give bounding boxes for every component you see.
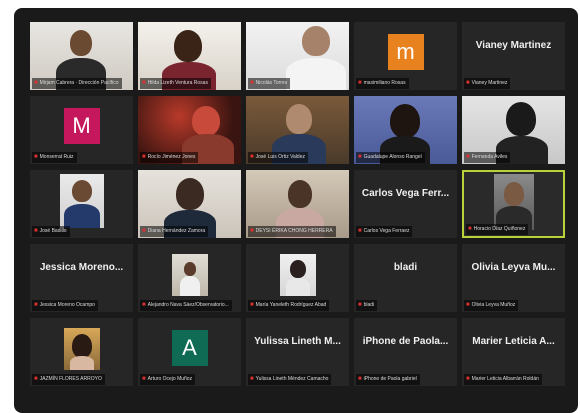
participant-name-label: ■ Jessica Moreno Ocampo	[32, 300, 98, 311]
avatar: M	[63, 108, 100, 144]
participant-tile-9[interactable]: ■ Guadalupe Alonso Rangel	[354, 96, 457, 164]
participant-name-label: ■ bladi	[356, 300, 378, 311]
participant-tile-21[interactable]: ■ JAZMÍN FLORES ARROYO	[30, 318, 133, 386]
participant-tile-10[interactable]: ■ Fernanda Aviles	[462, 96, 565, 164]
participant-display-name: Yulissa Lineth M...	[254, 336, 341, 347]
participant-name-label: ■ iPhone de Paola gabriel	[356, 374, 420, 385]
participant-tile-24[interactable]: iPhone de Paola... ■ iPhone de Paola gabr…	[354, 318, 457, 386]
participant-video	[60, 174, 104, 228]
participant-name-label: ■ Yulissa Lineth Méndez Camacho	[248, 374, 332, 385]
participant-tile-6[interactable]: M ■ Monserrat Ruiz	[30, 96, 133, 164]
participant-tile-7[interactable]: ■ Rocío Jiménez Jones	[138, 96, 241, 164]
participant-name-label: ■ Nicolás Torres	[248, 78, 291, 89]
mic-muted-icon: ■	[34, 154, 38, 160]
participant-tile-20[interactable]: Olivia Leyva Mu... ■ Olivia Leyva Muñoz	[462, 244, 565, 312]
participant-name-label: ■ JAZMÍN FLORES ARROYO	[32, 374, 105, 385]
mic-muted-icon: ■	[466, 154, 470, 160]
mic-muted-icon: ■	[250, 228, 254, 234]
participant-tile-22[interactable]: A ■ Arturo Ocejo Muñoz	[138, 318, 241, 386]
gallery-grid: ■ Mirjam Cabrera · Dirección Pacífico ■ Hi…	[30, 22, 565, 394]
participant-name-label: ■ Vianey Martinez	[464, 78, 511, 89]
participant-tile-16[interactable]: Jessica Moreno... ■ Jessica Moreno Ocampo	[30, 244, 133, 312]
participant-tile-1[interactable]: ■ Mirjam Cabrera · Dirección Pacífico	[30, 22, 133, 90]
participant-display-name: iPhone de Paola...	[362, 336, 449, 347]
avatar: A	[171, 330, 208, 366]
participant-tile-23[interactable]: Yulissa Lineth M... ■ Yulissa Lineth Ménd…	[246, 318, 349, 386]
mic-muted-icon: ■	[358, 154, 362, 160]
profile-photo	[171, 254, 208, 296]
participant-tile-14[interactable]: Carlos Vega Ferr... ■ Carlos Vega Ferraez	[354, 170, 457, 238]
participant-display-name: Jessica Moreno...	[39, 262, 124, 273]
participant-name-label: ■ Monserrat Ruiz	[32, 152, 77, 163]
participant-name-label: ■ Hilda Lizeth Ventura Rosas	[140, 78, 211, 89]
participant-name-label: ■ José Badillo	[32, 226, 70, 237]
mic-muted-icon: ■	[250, 154, 254, 160]
profile-photo	[63, 328, 100, 370]
participant-name-label: ■ Guadalupe Alonso Rangel	[356, 152, 425, 163]
participant-tile-5[interactable]: Vianey Martinez ■ Vianey Martinez	[462, 22, 565, 90]
mic-muted-icon: ■	[34, 376, 38, 382]
participant-tile-11[interactable]: ■ José Badillo	[30, 170, 133, 238]
zoom-gallery-window: ■ Mirjam Cabrera · Dirección Pacífico ■ Hi…	[14, 8, 578, 413]
participant-name-label: ■ Carlos Vega Ferraez	[356, 226, 413, 237]
participant-name-label: ■ Diana Hernández Zamora	[140, 226, 209, 237]
participant-name-label: ■ maximiliano Rosas	[356, 78, 409, 89]
mic-muted-icon: ■	[34, 302, 38, 308]
participant-display-name: bladi	[393, 262, 418, 273]
mic-muted-icon: ■	[142, 80, 146, 86]
participant-display-name: Marier Leticia A...	[472, 336, 555, 347]
profile-photo	[279, 254, 316, 296]
mic-muted-icon: ■	[250, 80, 254, 86]
participant-tile-4[interactable]: m ■ maximiliano Rosas	[354, 22, 457, 90]
participant-tile-3[interactable]: ■ Nicolás Torres	[246, 22, 349, 90]
participant-name-label: ■ José Luis Ortiz Valdez	[248, 152, 308, 163]
participant-tile-2[interactable]: ■ Hilda Lizeth Ventura Rosas	[138, 22, 241, 90]
mic-muted-icon: ■	[142, 302, 146, 308]
avatar: m	[387, 34, 424, 70]
mic-muted-icon: ■	[466, 80, 470, 86]
mic-muted-icon: ■	[468, 226, 472, 232]
participant-name-label: ■ Arturo Ocejo Muñoz	[140, 374, 196, 385]
mic-muted-icon: ■	[250, 302, 254, 308]
participant-name-label: ■ DEYSI ÉRIKA CHONG HERRERA	[248, 226, 336, 237]
participant-tile-15-active-speaker[interactable]: ■ Horacio Díaz Quiñonez	[462, 170, 565, 238]
participant-tile-18[interactable]: ■ María Yaneleth Rodríguez Abad	[246, 244, 349, 312]
participant-display-name: Carlos Vega Ferr...	[361, 188, 450, 199]
participant-display-name: Vianey Martinez	[475, 40, 552, 51]
mic-muted-icon: ■	[358, 80, 362, 86]
mic-muted-icon: ■	[142, 154, 146, 160]
mic-muted-icon: ■	[142, 376, 146, 382]
mic-muted-icon: ■	[34, 228, 38, 234]
mic-muted-icon: ■	[466, 376, 470, 382]
participant-tile-12[interactable]: ■ Diana Hernández Zamora	[138, 170, 241, 238]
mic-muted-icon: ■	[34, 80, 38, 86]
participant-name-label: ■ Marier Leticia Albarrán Roldán	[464, 374, 542, 385]
participant-tile-19[interactable]: bladi ■ bladi	[354, 244, 457, 312]
participant-tile-13[interactable]: ■ DEYSI ÉRIKA CHONG HERRERA	[246, 170, 349, 238]
participant-name-label: ■ Horacio Díaz Quiñonez	[466, 224, 529, 235]
participant-name-label: ■ María Yaneleth Rodríguez Abad	[248, 300, 330, 311]
participant-tile-17[interactable]: ■ Alejandro Nava Sáez/Observatorio...	[138, 244, 241, 312]
participant-name-label: ■ Fernanda Aviles	[464, 152, 511, 163]
participant-tile-25[interactable]: Marier Leticia A... ■ Marier Leticia Alba…	[462, 318, 565, 386]
mic-muted-icon: ■	[358, 376, 362, 382]
participant-name-label: ■ Alejandro Nava Sáez/Observatorio...	[140, 300, 232, 311]
participant-display-name: Olivia Leyva Mu...	[471, 262, 556, 273]
mic-muted-icon: ■	[466, 302, 470, 308]
mic-muted-icon: ■	[358, 302, 362, 308]
participant-name-label: ■ Rocío Jiménez Jones	[140, 152, 199, 163]
participant-name-label: ■ Mirjam Cabrera · Dirección Pacífico	[32, 78, 122, 89]
mic-muted-icon: ■	[358, 228, 362, 234]
participant-tile-8[interactable]: ■ José Luis Ortiz Valdez	[246, 96, 349, 164]
mic-muted-icon: ■	[142, 228, 146, 234]
participant-name-label: ■ Olivia Leyva Muñoz	[464, 300, 519, 311]
mic-muted-icon: ■	[250, 376, 254, 382]
